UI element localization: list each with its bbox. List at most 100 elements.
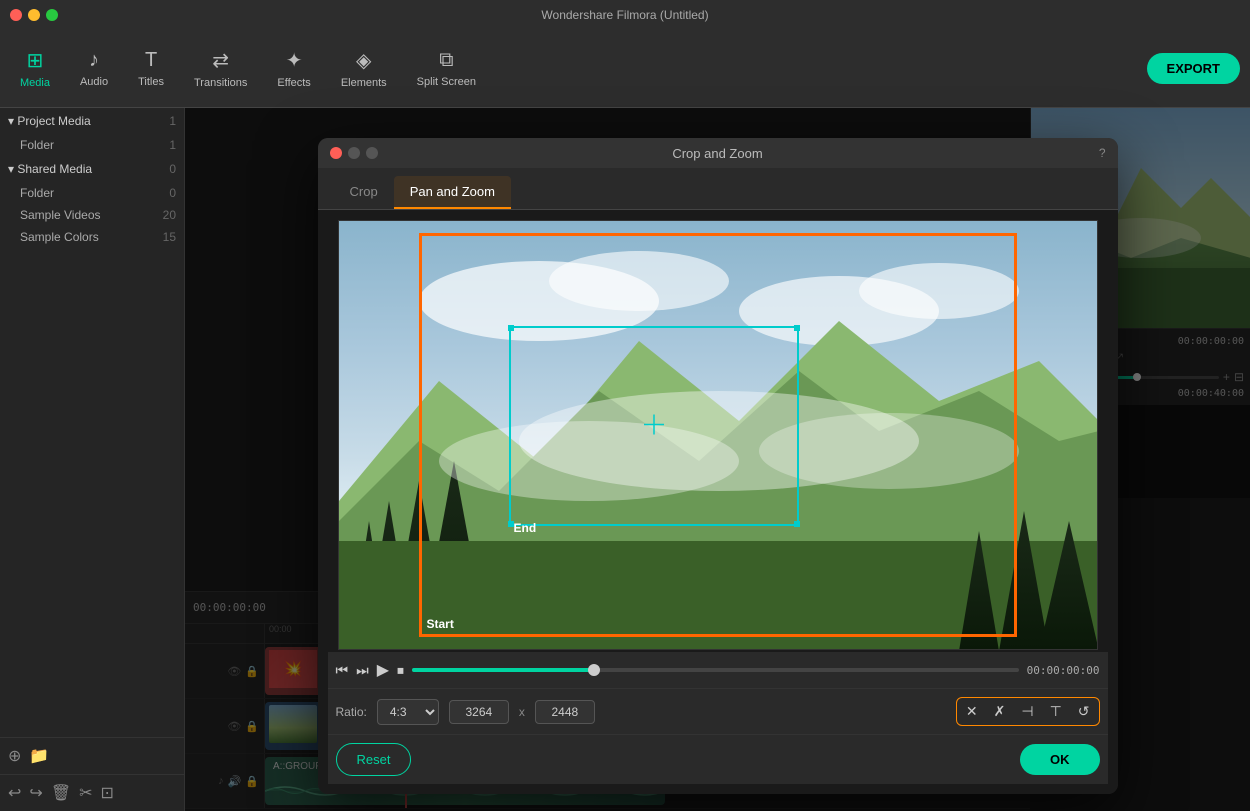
sidebar-item-folder-1[interactable]: Folder 1 — [0, 134, 184, 156]
modal-playback-bar: ⏮ ⏭ ▶ ⏹ 00:00:00:00 — [328, 652, 1108, 688]
toolbar-audio[interactable]: ♪ Audio — [70, 43, 118, 94]
sidebar-shared-media-count: 0 — [169, 162, 176, 176]
effects-icon: ✦ — [286, 48, 303, 73]
sidebar-item-shared-media[interactable]: ▾ Shared Media 0 — [0, 156, 184, 182]
sample-videos-label: Sample Videos — [20, 208, 101, 222]
toolbar-media[interactable]: ⊞ Media — [10, 42, 60, 95]
content-area: { } 00:00:00:00 1/2 ⛶ 📷 🔊 ⤢ — [185, 108, 1250, 811]
sidebar-item-folder-2[interactable]: Folder 0 — [0, 182, 184, 204]
sidebar-actions: ⊕ 📁 — [0, 737, 184, 774]
pb-timecode: 00:00:00:00 — [1027, 664, 1100, 677]
sample-videos-count: 20 — [163, 208, 176, 222]
redo-button[interactable]: ↪ — [29, 783, 42, 803]
crosshair — [644, 415, 664, 438]
cut-button[interactable]: ✂ — [79, 783, 92, 803]
minimize-button[interactable] — [28, 9, 40, 21]
add-folder-button[interactable]: 📁 — [29, 746, 49, 766]
align-h-button[interactable]: ⊣ — [1015, 701, 1039, 722]
pb-progress-thumb[interactable] — [588, 664, 600, 676]
toolbar-audio-label: Audio — [80, 76, 108, 88]
end-label: End — [514, 521, 537, 535]
toolbar-elements[interactable]: ◈ Elements — [331, 42, 397, 95]
pb-progress-fill — [412, 668, 594, 672]
close-button[interactable] — [10, 9, 22, 21]
handle-tr[interactable] — [794, 325, 800, 331]
folder-1-count: 1 — [169, 138, 176, 152]
toolbar-transitions[interactable]: ⇄ Transitions — [184, 42, 257, 95]
splitscreen-icon: ⧉ — [439, 49, 453, 72]
height-input[interactable]: 2448 — [535, 700, 595, 724]
modal-window-controls[interactable] — [330, 147, 378, 159]
app-title: Wondershare Filmora (Untitled) — [541, 8, 708, 22]
canvas-area[interactable]: Start End — [338, 220, 1098, 650]
align-v-button[interactable]: ⊤ — [1044, 701, 1068, 722]
maximize-button[interactable] — [46, 9, 58, 21]
folder-1-label: Folder — [20, 138, 54, 152]
handle-tl[interactable] — [508, 325, 514, 331]
start-label: Start — [427, 617, 454, 631]
sample-colors-count: 15 — [163, 230, 176, 244]
add-item-button[interactable]: ⊕ — [8, 746, 21, 766]
crop-zoom-modal: Crop and Zoom ? Crop Pan and Zoom — [318, 138, 1118, 794]
toolbar-transitions-label: Transitions — [194, 77, 247, 89]
toolbar-splitscreen-label: Split Screen — [417, 76, 476, 88]
transitions-icon: ⇄ — [212, 48, 229, 73]
sidebar-shared-media-label: ▾ Shared Media — [8, 162, 92, 176]
sidebar-item-sample-colors[interactable]: Sample Colors 15 — [0, 226, 184, 248]
pb-progress-bar[interactable] — [412, 668, 1019, 672]
align-center-button[interactable]: ✕ — [960, 701, 984, 722]
export-button[interactable]: EXPORT — [1147, 53, 1240, 84]
reset-button[interactable]: Reset — [336, 743, 412, 776]
sidebar: ▾ Project Media 1 Folder 1 ▾ Shared Medi… — [0, 108, 185, 811]
toolbar-titles[interactable]: T Titles — [128, 43, 174, 94]
modal-minimize-button[interactable] — [348, 147, 360, 159]
modal-bottom-row: Reset OK — [328, 734, 1108, 784]
align-buttons: ✕ ✗ ⊣ ⊤ ↺ — [956, 697, 1100, 726]
align-x-button[interactable]: ✗ — [988, 701, 1012, 722]
main-toolbar: ⊞ Media ♪ Audio T Titles ⇄ Transitions ✦… — [0, 30, 1250, 108]
crop-button[interactable]: ⊡ — [101, 783, 114, 803]
crosshair-svg — [644, 415, 664, 435]
modal-controls-row: Ratio: 4:3 16:9 1:1 3264 x 2448 ✕ ✗ ⊣ — [328, 688, 1108, 734]
modal-close-button[interactable] — [330, 147, 342, 159]
x-separator: x — [519, 705, 525, 719]
toolbar-elements-label: Elements — [341, 77, 387, 89]
toolbar-titles-label: Titles — [138, 76, 164, 88]
align-reset-button[interactable]: ↺ — [1072, 701, 1096, 722]
pb-step-back-button[interactable]: ⏭ — [356, 662, 369, 679]
ratio-label: Ratio: — [336, 705, 367, 719]
modal-titlebar: Crop and Zoom ? — [318, 138, 1118, 168]
toolbar-splitscreen[interactable]: ⧉ Split Screen — [407, 43, 486, 94]
main-area: ▾ Project Media 1 Folder 1 ▾ Shared Medi… — [0, 108, 1250, 811]
modal-title: Crop and Zoom — [672, 146, 762, 161]
toolbar-effects-label: Effects — [277, 77, 310, 89]
toolbar-media-label: Media — [20, 77, 50, 89]
sidebar-project-media-count: 1 — [169, 114, 176, 128]
delete-button[interactable]: 🗑 — [51, 783, 71, 803]
cyan-selection-rect[interactable] — [509, 326, 799, 526]
pb-stop-button[interactable]: ⏹ — [397, 662, 404, 679]
window-controls[interactable] — [10, 9, 58, 21]
tab-crop[interactable]: Crop — [334, 176, 394, 209]
ok-button[interactable]: OK — [1020, 744, 1100, 775]
pb-back-button[interactable]: ⏮ — [336, 662, 349, 679]
modal-body: Start End ⏮ ⏭ ▶ ⏹ 00:00:00 — [318, 210, 1118, 794]
modal-overlay: Crop and Zoom ? Crop Pan and Zoom — [185, 108, 1250, 811]
sidebar-item-project-media[interactable]: ▾ Project Media 1 — [0, 108, 184, 134]
sidebar-tools: ↩ ↪ 🗑 ✂ ⊡ — [0, 774, 184, 811]
handle-br[interactable] — [794, 521, 800, 527]
toolbar-effects[interactable]: ✦ Effects — [267, 42, 320, 95]
sidebar-project-media-label: ▾ Project Media — [8, 114, 91, 128]
modal-maximize-button[interactable] — [366, 147, 378, 159]
media-icon: ⊞ — [27, 48, 44, 73]
ratio-select[interactable]: 4:3 16:9 1:1 — [377, 699, 439, 725]
sidebar-item-sample-videos[interactable]: Sample Videos 20 — [0, 204, 184, 226]
tab-pan-zoom[interactable]: Pan and Zoom — [394, 176, 511, 209]
help-icon[interactable]: ? — [1099, 146, 1106, 160]
titles-icon: T — [145, 49, 157, 72]
undo-button[interactable]: ↩ — [8, 783, 21, 803]
titlebar: Wondershare Filmora (Untitled) — [0, 0, 1250, 30]
sample-colors-label: Sample Colors — [20, 230, 99, 244]
pb-play-button[interactable]: ▶ — [377, 660, 389, 680]
width-input[interactable]: 3264 — [449, 700, 509, 724]
